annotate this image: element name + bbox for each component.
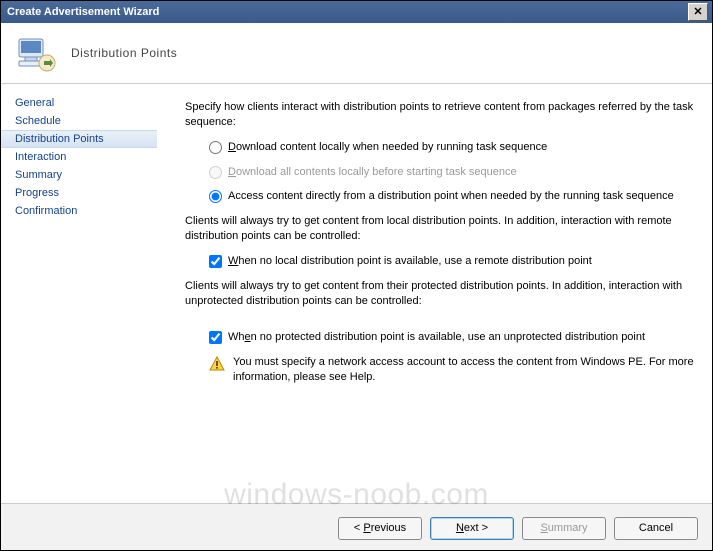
warning-row: You must specify a network access accoun… [209,355,694,385]
radio-download-when-needed[interactable]: Download content locally when needed by … [209,140,694,155]
close-icon: ✕ [693,7,702,18]
protected-dp-text: Clients will always try to get content f… [185,279,694,309]
sidebar-item-schedule[interactable]: Schedule [1,112,157,130]
next-button[interactable]: Next > [430,517,514,540]
radio-download-when-needed-input[interactable] [209,141,222,154]
check-unprotected-dp[interactable]: When no protected distribution point is … [209,330,694,345]
summary-button: Summary [522,517,606,540]
check-remote-dp-label: When no local distribution point is avai… [228,254,694,269]
wizard-footer: < Previous Next > Summary Cancel [1,503,712,551]
warning-text: You must specify a network access accoun… [233,355,694,385]
radio-download-when-needed-label: Download content locally when needed by … [228,140,694,155]
cancel-button[interactable]: Cancel [614,517,698,540]
wizard-window: Create Advertisement Wizard ✕ Distributi… [0,0,713,551]
wizard-sidebar: General Schedule Distribution Points Int… [1,84,157,503]
sidebar-item-interaction[interactable]: Interaction [1,148,157,166]
window-title: Create Advertisement Wizard [5,6,688,18]
radio-download-all-before-input [209,166,222,179]
radio-access-directly-label: Access content directly from a distribut… [228,189,694,204]
check-unprotected-dp-input[interactable] [209,331,222,344]
sidebar-item-general[interactable]: General [1,94,157,112]
sidebar-item-summary[interactable]: Summary [1,166,157,184]
radio-access-directly[interactable]: Access content directly from a distribut… [209,189,694,204]
radio-download-all-before-label: Download all contents locally before sta… [228,165,694,180]
sidebar-item-confirmation[interactable]: Confirmation [1,202,157,220]
distribution-points-icon [13,31,57,75]
local-dp-text: Clients will always try to get content f… [185,214,694,244]
radio-access-directly-input[interactable] [209,190,222,203]
wizard-content: Specify how clients interact with distri… [157,84,712,503]
wizard-header: Distribution Points [1,23,712,84]
radio-download-all-before: Download all contents locally before sta… [209,165,694,180]
close-button[interactable]: ✕ [688,3,708,21]
wizard-body: General Schedule Distribution Points Int… [1,84,712,503]
sidebar-item-progress[interactable]: Progress [1,184,157,202]
page-title: Distribution Points [57,46,177,60]
check-remote-dp-input[interactable] [209,255,222,268]
check-unprotected-dp-label: When no protected distribution point is … [228,330,694,345]
warning-icon [209,356,225,372]
titlebar: Create Advertisement Wizard ✕ [1,1,712,23]
sidebar-item-distribution-points[interactable]: Distribution Points [1,130,157,148]
check-remote-dp[interactable]: When no local distribution point is avai… [209,254,694,269]
intro-text: Specify how clients interact with distri… [185,100,694,130]
previous-button[interactable]: < Previous [338,517,422,540]
